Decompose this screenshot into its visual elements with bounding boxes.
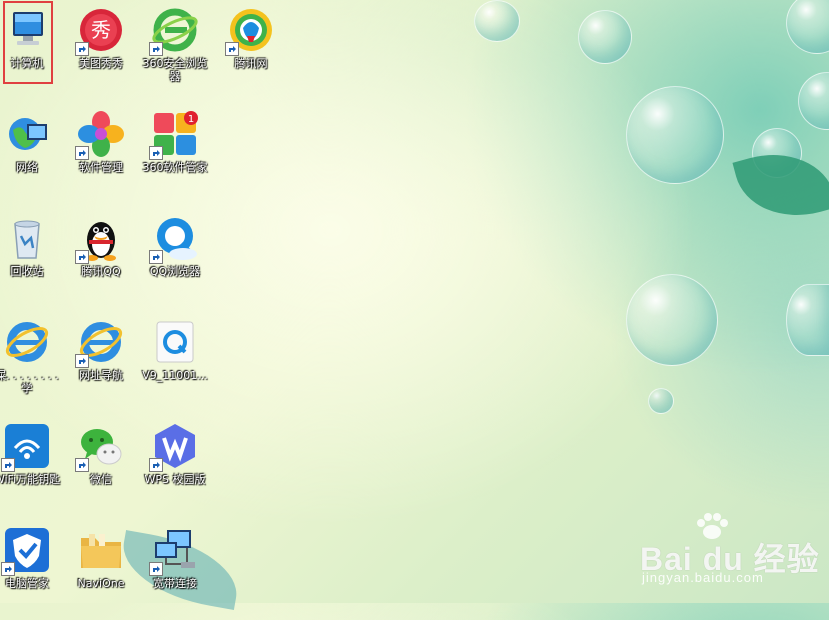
desktop-icon-broadband[interactable]: 宽带连接 <box>138 520 212 620</box>
icon-label: WiFi万能钥匙 <box>0 473 61 486</box>
qq-browser-installer-icon <box>151 318 199 366</box>
selection-highlight <box>3 1 53 84</box>
icon-label: 网址导航 <box>79 369 123 382</box>
network-icon <box>3 110 51 158</box>
bubble-decoration <box>798 72 829 130</box>
qq-browser-icon <box>149 214 199 264</box>
software-manager-icon <box>75 110 125 160</box>
desktop-icon-v9-installer[interactable]: V9_11001... <box>138 312 212 412</box>
shortcut-arrow-icon <box>1 458 15 472</box>
folder-icon <box>77 526 125 574</box>
icon-label: 腾讯网 <box>234 57 268 70</box>
bubble-decoration <box>626 86 724 184</box>
shortcut-arrow-icon <box>149 42 163 56</box>
icon-label: 美图秀秀 <box>79 57 123 70</box>
icon-label: NaviOne <box>77 577 125 590</box>
desktop-icon-360-browser[interactable]: 360安全浏览器 <box>138 0 212 100</box>
shortcut-arrow-icon <box>75 42 89 56</box>
bubble-decoration <box>578 10 632 64</box>
bubble-decoration <box>626 274 718 366</box>
svg-text:秀: 秀 <box>91 18 111 42</box>
qq-icon <box>75 214 125 264</box>
desktop-icon-network[interactable]: 网络 <box>0 104 64 204</box>
meitu-icon: 秀 <box>75 6 125 56</box>
shortcut-arrow-icon <box>149 562 163 576</box>
broadband-icon <box>149 526 199 576</box>
desktop-icon-ie[interactable]: 屎. . . . . . . . 学 <box>0 312 64 412</box>
desktop-background: 计算机 网络 回收站 屎. . . . . . . . 学 WiFi万能钥匙 电… <box>0 0 829 610</box>
bubble-decoration <box>786 0 829 54</box>
shortcut-arrow-icon <box>1 562 15 576</box>
360-software-icon: 1 <box>149 110 199 160</box>
watermark-url: jingyan.baidu.com <box>642 570 764 585</box>
360-browser-icon <box>149 6 199 56</box>
shortcut-arrow-icon <box>75 354 89 368</box>
shortcut-arrow-icon <box>75 250 89 264</box>
icon-label: 腾讯QQ <box>81 265 121 278</box>
desktop-icon-wifi-key[interactable]: WiFi万能钥匙 <box>0 416 64 516</box>
notification-badge: 1 <box>188 114 194 125</box>
icon-label: 360安全浏览器 <box>142 57 208 83</box>
icon-label: 微信 <box>90 473 112 486</box>
desktop-icon-software-manager[interactable]: 软件管理 <box>64 104 138 204</box>
wifi-key-icon <box>1 422 51 472</box>
recycle-bin-icon <box>3 214 51 262</box>
shortcut-arrow-icon <box>75 458 89 472</box>
ie-icon <box>3 318 51 366</box>
icon-label: V9_11001... <box>142 369 208 382</box>
icon-label: QQ浏览器 <box>149 265 201 278</box>
desktop-icon-ie-nav[interactable]: 网址导航 <box>64 312 138 412</box>
bubble-decoration <box>474 0 520 42</box>
bubble-decoration <box>786 284 829 356</box>
icon-label: 屎. . . . . . . . 学 <box>0 369 59 395</box>
desktop-icon-meitu[interactable]: 秀 美图秀秀 <box>64 0 138 100</box>
shortcut-arrow-icon <box>149 146 163 160</box>
icon-label: 回收站 <box>10 265 44 278</box>
desktop-icon-qq-browser[interactable]: QQ浏览器 <box>138 208 212 308</box>
desktop-icon-tencent-news[interactable]: 腾讯网 <box>214 0 288 100</box>
icon-label: 360软件管家 <box>142 161 208 174</box>
shortcut-arrow-icon <box>225 42 239 56</box>
shortcut-arrow-icon <box>149 250 163 264</box>
wechat-icon <box>75 422 125 472</box>
icon-label: WPS 校园版 <box>144 473 206 486</box>
icon-label: 软件管理 <box>79 161 123 174</box>
desktop-icon-navione[interactable]: NaviOne <box>64 520 138 620</box>
desktop-icon-wps[interactable]: WPS 校园版 <box>138 416 212 516</box>
bubble-decoration <box>648 388 674 414</box>
baidu-jingyan-watermark: Bai du 经验 jingyan.baidu.com <box>630 512 820 592</box>
pc-manager-icon <box>1 526 51 576</box>
tencent-news-icon <box>225 6 275 56</box>
icon-label: 电脑管家 <box>5 577 49 590</box>
desktop-icon-pc-manager[interactable]: 电脑管家 <box>0 520 64 620</box>
shortcut-arrow-icon <box>75 146 89 160</box>
desktop-icon-recycle-bin[interactable]: 回收站 <box>0 208 64 308</box>
shortcut-arrow-icon <box>149 458 163 472</box>
wps-icon <box>149 422 199 472</box>
icon-label: 宽带连接 <box>153 577 197 590</box>
desktop-icon-360-software[interactable]: 1 360软件管家 <box>138 104 212 204</box>
desktop-icon-wechat[interactable]: 微信 <box>64 416 138 516</box>
ie-nav-icon <box>75 318 125 368</box>
icon-label: 网络 <box>16 161 38 174</box>
desktop-icon-qq[interactable]: 腾讯QQ <box>64 208 138 308</box>
